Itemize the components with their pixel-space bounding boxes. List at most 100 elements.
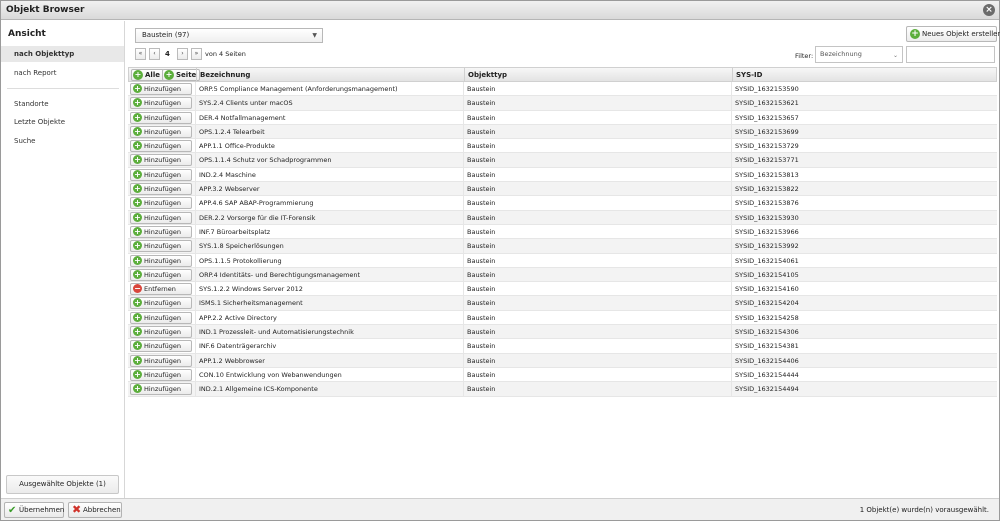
plus-icon: + — [133, 241, 142, 251]
cell-name: OPS.1.1.4 Schutz vor Schadprogrammen — [195, 153, 463, 168]
add-button[interactable]: + Hinzufügen — [130, 225, 192, 238]
row-action-label: Hinzufügen — [144, 185, 181, 194]
current-page[interactable]: 4 — [165, 48, 170, 60]
cell-type: Baustein — [463, 153, 731, 168]
prev-page-button[interactable]: ‹ — [149, 48, 160, 60]
add-button[interactable]: + Hinzufügen — [130, 168, 192, 181]
object-browser-window: Objekt Browser × Ansicht nach Objekttyp … — [0, 0, 1000, 521]
add-button[interactable]: + Hinzufügen — [130, 268, 192, 281]
plus-icon: + — [133, 169, 142, 179]
cell-sysid: SYSID_1632153729 — [731, 139, 997, 154]
table-row: + Hinzufügen APP.3.2 Webserver Baustein SYSI… — [128, 182, 997, 197]
cell-type: Baustein — [463, 282, 731, 297]
row-action-label: Hinzufügen — [144, 256, 181, 265]
cell-name: IND.1 Prozessleit- und Automatisierungst… — [195, 325, 463, 340]
object-type-select[interactable]: Baustein (97) ▼ — [135, 28, 323, 43]
row-action-label: Entfernen — [144, 285, 176, 294]
remove-button[interactable]: − Entfernen — [130, 283, 192, 296]
add-button[interactable]: + Hinzufügen — [130, 140, 192, 153]
first-page-button[interactable]: « — [135, 48, 146, 60]
add-button[interactable]: + Hinzufügen — [130, 368, 192, 381]
table-header: + Alle + Seite Bezeichnung Objekttyp SYS… — [128, 67, 997, 82]
cell-name: SYS.1.8 Speicherlösungen — [195, 239, 463, 254]
row-action-label: Hinzufügen — [144, 142, 181, 151]
cell-type: Baustein — [463, 382, 731, 397]
sidebar-item-search[interactable]: Suche — [1, 133, 124, 149]
cell-type: Baustein — [463, 367, 731, 382]
cell-sysid: SYSID_1632154061 — [731, 253, 997, 268]
cell-type: Baustein — [463, 310, 731, 325]
row-action-label: Hinzufügen — [144, 127, 181, 136]
add-button[interactable]: + Hinzufügen — [130, 197, 192, 210]
column-header-sysid[interactable]: SYS-ID — [732, 68, 998, 81]
add-button[interactable]: + Hinzufügen — [130, 111, 192, 124]
row-action-label: Hinzufügen — [144, 270, 181, 279]
add-button[interactable]: + Hinzufügen — [130, 183, 192, 196]
close-icon[interactable]: × — [983, 4, 995, 16]
selected-objects-button[interactable]: Ausgewählte Objekte (1) — [6, 475, 119, 494]
cell-type: Baustein — [463, 210, 731, 225]
cell-name: CON.10 Entwicklung von Webanwendungen — [195, 367, 463, 382]
column-header-type[interactable]: Objekttyp — [464, 68, 732, 81]
add-button[interactable]: + Hinzufügen — [130, 97, 192, 110]
filter-input[interactable] — [906, 46, 995, 63]
cell-type: Baustein — [463, 296, 731, 311]
sidebar-item-by-object-type[interactable]: nach Objekttyp — [1, 46, 124, 62]
new-object-button[interactable]: + Neues Objekt erstellen — [906, 26, 1000, 42]
plus-icon: + — [133, 298, 142, 308]
new-object-label: Neues Objekt erstellen — [922, 30, 1000, 38]
add-button[interactable]: + Hinzufügen — [130, 297, 192, 310]
add-button[interactable]: + Hinzufügen — [130, 254, 192, 267]
add-button[interactable]: + Hinzufügen — [130, 125, 192, 138]
filter-field-value: Bezeichnung — [820, 50, 862, 58]
window-title: Objekt Browser — [6, 5, 85, 15]
plus-icon: + — [133, 112, 142, 122]
add-button[interactable]: + Hinzufügen — [130, 383, 192, 396]
chevron-down-icon: ⌄ — [892, 52, 898, 59]
add-all-button[interactable]: + Alle — [131, 69, 164, 81]
title-bar: Objekt Browser × — [1, 1, 999, 20]
column-header-name[interactable]: Bezeichnung — [196, 68, 464, 81]
cell-name: DER.4 Notfallmanagement — [195, 110, 463, 125]
plus-icon: + — [133, 327, 142, 337]
chevron-down-icon: ▼ — [312, 32, 317, 39]
row-action-label: Hinzufügen — [144, 328, 181, 337]
accept-button[interactable]: ✔ Übernehmen — [4, 502, 64, 518]
row-action-label: Hinzufügen — [144, 170, 181, 179]
cancel-button[interactable]: ✖ Abbrechen — [68, 502, 122, 518]
plus-icon: + — [133, 269, 142, 279]
cell-sysid: SYSID_1632154306 — [731, 325, 997, 340]
sidebar-item-recent-objects[interactable]: Letzte Objekte — [1, 114, 124, 130]
add-button[interactable]: + Hinzufügen — [130, 326, 192, 339]
cell-sysid: SYSID_1632154406 — [731, 353, 997, 368]
add-button[interactable]: + Hinzufügen — [130, 340, 192, 353]
row-action-label: Hinzufügen — [144, 156, 181, 165]
cell-name: SYS.2.4 Clients unter macOS — [195, 96, 463, 111]
add-button[interactable]: + Hinzufügen — [130, 83, 192, 95]
add-button[interactable]: + Hinzufügen — [130, 240, 192, 253]
cell-name: IND.2.1 Allgemeine ICS-Komponente — [195, 382, 463, 397]
add-page-label: Seite — [176, 71, 197, 79]
sidebar-item-locations[interactable]: Standorte — [1, 96, 124, 112]
last-page-button[interactable]: » — [191, 48, 202, 60]
cell-sysid: SYSID_1632154381 — [731, 339, 997, 354]
add-button[interactable]: + Hinzufügen — [130, 154, 192, 167]
next-page-button[interactable]: › — [177, 48, 188, 60]
add-button[interactable]: + Hinzufügen — [130, 211, 192, 224]
add-button[interactable]: + Hinzufügen — [130, 311, 192, 324]
row-action-label: Hinzufügen — [144, 356, 181, 365]
cell-name: APP.1.1 Office-Produkte — [195, 139, 463, 154]
sidebar-divider — [7, 88, 119, 89]
add-button[interactable]: + Hinzufügen — [130, 354, 192, 367]
row-action-label: Hinzufügen — [144, 227, 181, 236]
cell-sysid: SYSID_1632153657 — [731, 110, 997, 125]
cell-sysid: SYSID_1632154494 — [731, 382, 997, 397]
filter-field-select[interactable]: Bezeichnung ⌄ — [815, 46, 903, 63]
table-body: + Hinzufügen ORP.5 Compliance Management (… — [128, 82, 997, 397]
cell-sysid: SYSID_1632153822 — [731, 182, 997, 197]
sidebar-item-by-report[interactable]: nach Report — [1, 65, 124, 81]
footer-bar: ✔ Übernehmen ✖ Abbrechen 1 Objekt(e) wur… — [1, 498, 999, 520]
cell-name: ISMS.1 Sicherheitsmanagement — [195, 296, 463, 311]
add-page-button[interactable]: + Seite — [162, 69, 201, 81]
cell-name: APP.4.6 SAP ABAP-Programmierung — [195, 196, 463, 211]
